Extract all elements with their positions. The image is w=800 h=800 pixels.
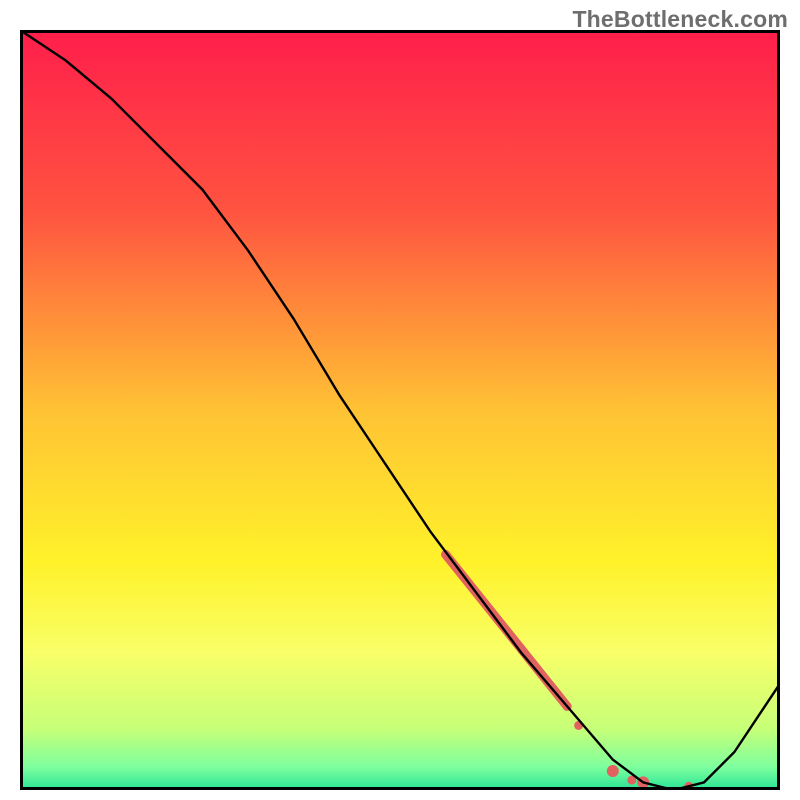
gradient-background: [20, 30, 780, 790]
highlight-point: [607, 765, 619, 777]
plot-svg: [20, 30, 780, 790]
chart-frame: TheBottleneck.com: [0, 0, 800, 800]
watermark-text: TheBottleneck.com: [572, 6, 788, 33]
